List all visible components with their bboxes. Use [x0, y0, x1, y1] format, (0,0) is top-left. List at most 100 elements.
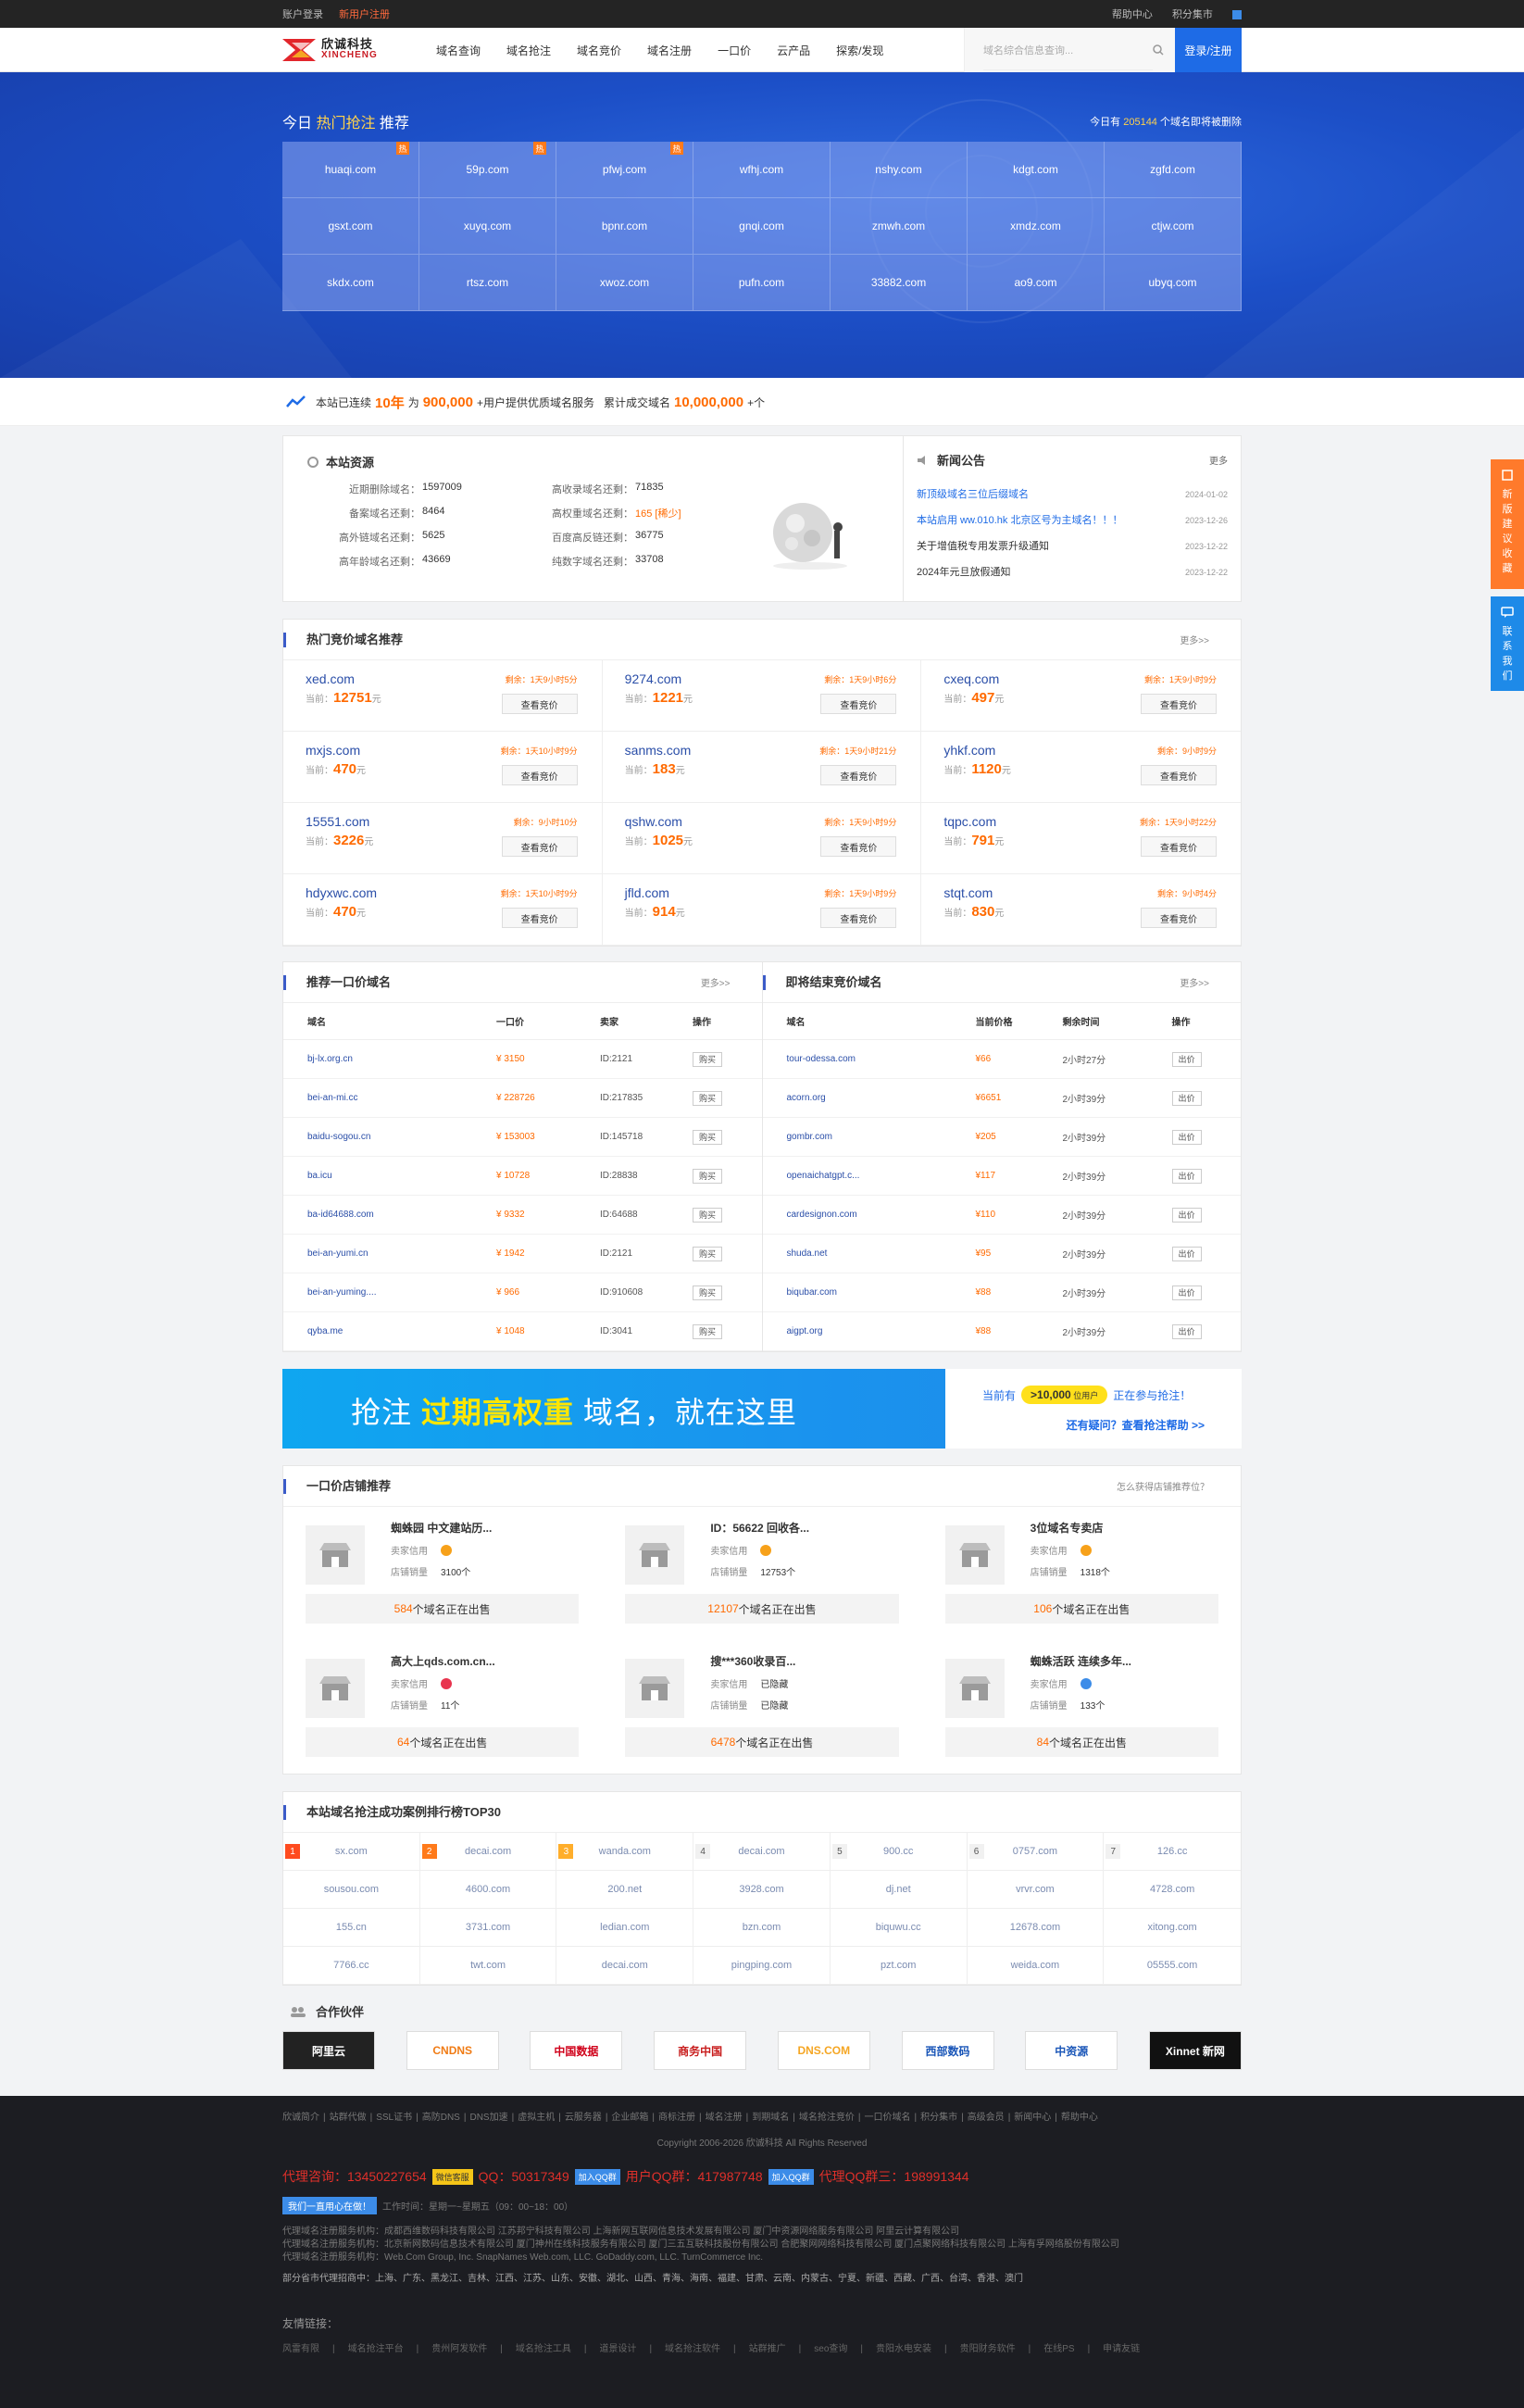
language-icon[interactable] — [1232, 10, 1242, 20]
shop-onsale-bar[interactable]: 6478 个域名正在出售 — [625, 1727, 899, 1757]
news-more-link[interactable]: 更多 — [1209, 453, 1228, 467]
domain-link[interactable]: openaichatgpt.c... — [787, 1171, 976, 1181]
domain-link[interactable]: bei-an-yuming.... — [307, 1287, 496, 1298]
nav-item[interactable]: 探索/发现 — [836, 43, 883, 58]
news-item[interactable]: 关于增值税专用发票升级通知 2023-12-22 — [917, 533, 1228, 559]
partner-logo[interactable]: 中资源 — [1025, 2031, 1118, 2070]
top30-cell[interactable]: 4 decai.com — [693, 1833, 831, 1871]
domain-link[interactable]: ba.icu — [307, 1171, 496, 1181]
snap-ad-banner[interactable]: 抢注 过期高权重 域名，就在这里 当前有 >10,000 位用户 正在参与抢注！ 还… — [282, 1369, 1242, 1449]
footer-link[interactable]: 高级会员 — [968, 2113, 1005, 2123]
hot-domain-cell[interactable]: 33882.com — [831, 255, 968, 311]
top30-cell[interactable]: sousou.com — [283, 1871, 420, 1909]
domain-link[interactable]: biqubar.com — [787, 1287, 976, 1298]
friend-link[interactable]: 贵州阿发软件 — [431, 2344, 487, 2354]
bid-button[interactable]: 出价 — [1171, 1052, 1202, 1067]
view-bid-button[interactable]: 查看竞价 — [820, 908, 897, 928]
help-link[interactable]: 帮助中心 — [1112, 9, 1153, 20]
hot-domain-cell[interactable]: xmdz.com — [968, 198, 1105, 255]
hot-domain-cell[interactable]: ao9.com — [968, 255, 1105, 311]
shop-onsale-bar[interactable]: 106 个域名正在出售 — [944, 1594, 1218, 1624]
bid-button[interactable]: 出价 — [1171, 1247, 1202, 1261]
footer-link[interactable]: 帮助中心 — [1061, 2113, 1098, 2123]
hot-domain-cell[interactable]: ubyq.com — [1105, 255, 1242, 311]
buy-button[interactable]: 购买 — [693, 1130, 723, 1145]
footer-link[interactable]: 一口价域名 — [864, 2113, 910, 2123]
domain-link[interactable]: tour-odessa.com — [787, 1054, 976, 1064]
domain-link[interactable]: baidu-sogou.cn — [307, 1132, 496, 1142]
shop-name[interactable]: 蜘蛛园 中文建站历... — [391, 1520, 579, 1536]
partner-logo[interactable]: 西部数码 — [901, 2031, 994, 2070]
top30-cell[interactable]: 2 decai.com — [419, 1833, 557, 1871]
top30-cell[interactable]: decai.com — [556, 1947, 694, 1985]
top30-cell[interactable]: pzt.com — [830, 1947, 968, 1985]
top30-cell[interactable]: 4728.com — [1104, 1871, 1241, 1909]
hot-domain-cell[interactable]: nshy.com — [831, 142, 968, 198]
wechat-button[interactable]: 微信客服 — [431, 2168, 473, 2185]
footer-link[interactable]: 欣诚简介 — [282, 2113, 319, 2123]
points-link[interactable]: 积分集市 — [1172, 9, 1213, 20]
view-bid-button[interactable]: 查看竞价 — [501, 694, 578, 714]
buy-button[interactable]: 购买 — [693, 1208, 723, 1223]
shop-onsale-bar[interactable]: 584 个域名正在出售 — [306, 1594, 580, 1624]
news-item[interactable]: 本站启用 ww.010.hk 北京区号为主域名！！！ 2023-12-26 — [917, 508, 1228, 533]
logo[interactable]: 欣诚科技 XINCHENG — [282, 38, 406, 61]
top30-cell[interactable]: 7766.cc — [283, 1947, 420, 1985]
bid-button[interactable]: 出价 — [1171, 1324, 1202, 1339]
footer-link[interactable]: 域名抢注竞价 — [799, 2113, 855, 2123]
friend-link[interactable]: 申请友链 — [1103, 2344, 1140, 2354]
view-bid-button[interactable]: 查看竞价 — [501, 908, 578, 928]
friend-link[interactable]: 道景设计 — [599, 2344, 636, 2354]
bid-button[interactable]: 出价 — [1171, 1208, 1202, 1223]
news-item[interactable]: 2024年元旦放假通知 2023-12-22 — [917, 559, 1228, 585]
partner-logo[interactable]: Xinnet 新网 — [1148, 2031, 1242, 2070]
top30-cell[interactable]: 05555.com — [1104, 1947, 1241, 1985]
shop-card[interactable]: 高大上qds.com.cn... 卖家信用 店铺销量 11个 64 个域名正在出售 — [306, 1640, 580, 1774]
footer-link[interactable]: 虚拟主机 — [518, 2113, 555, 2123]
friend-link[interactable]: 域名抢注平台 — [348, 2344, 404, 2354]
view-bid-button[interactable]: 查看竞价 — [501, 836, 578, 857]
hot-domain-cell[interactable]: gnqi.com — [693, 198, 831, 255]
hot-domain-cell[interactable]: skdx.com — [282, 255, 419, 311]
friend-link[interactable]: 在线PS — [1043, 2344, 1074, 2354]
footer-link[interactable]: 域名注册 — [706, 2113, 743, 2123]
hot-domain-cell[interactable]: pfwj.com 热 — [556, 142, 693, 198]
footer-link[interactable]: 新闻中心 — [1014, 2113, 1051, 2123]
top30-cell[interactable]: bzn.com — [693, 1909, 831, 1947]
top30-cell[interactable]: 12678.com — [967, 1909, 1105, 1947]
search-icon[interactable] — [1153, 44, 1164, 56]
shop-name[interactable]: 高大上qds.com.cn... — [391, 1653, 579, 1669]
hot-domain-cell[interactable]: rtsz.com — [419, 255, 556, 311]
partner-logo[interactable]: 中国数据 — [530, 2031, 623, 2070]
shop-onsale-bar[interactable]: 84 个域名正在出售 — [944, 1727, 1218, 1757]
nav-item[interactable]: 域名抢注 — [506, 43, 551, 58]
domain-link[interactable]: aigpt.org — [787, 1326, 976, 1336]
top30-cell[interactable]: vrvr.com — [967, 1871, 1105, 1909]
hot-domain-cell[interactable]: xwoz.com — [556, 255, 693, 311]
partner-logo[interactable]: DNS.COM — [777, 2031, 870, 2070]
fixed-more-link[interactable]: 更多>> — [701, 975, 731, 989]
shop-onsale-bar[interactable]: 64 个域名正在出售 — [306, 1727, 580, 1757]
top30-cell[interactable]: xitong.com — [1104, 1909, 1241, 1947]
hot-domain-cell[interactable]: zgfd.com — [1105, 142, 1242, 198]
shop-onsale-bar[interactable]: 12107 个域名正在出售 — [625, 1594, 899, 1624]
shop-card[interactable]: 蜘蛛园 中文建站历... 卖家信用 店铺销量 3100个 584 个域名正在出售 — [306, 1507, 580, 1640]
view-bid-button[interactable]: 查看竞价 — [1140, 765, 1217, 785]
shops-more-link[interactable]: 怎么获得店铺推荐位？ — [1117, 1479, 1209, 1493]
shop-name[interactable]: 蜘蛛活跃 连续多年... — [1031, 1653, 1218, 1669]
top30-cell[interactable]: dj.net — [830, 1871, 968, 1909]
shop-name[interactable]: ID：56622 回收各... — [710, 1520, 898, 1536]
login-link[interactable]: 账户登录 — [282, 9, 323, 20]
domain-link[interactable]: shuda.net — [787, 1248, 976, 1259]
view-bid-button[interactable]: 查看竞价 — [1140, 836, 1217, 857]
auction-more-link[interactable]: 更多>> — [1180, 633, 1209, 646]
footer-link[interactable]: 积分集市 — [920, 2113, 957, 2123]
bid-button[interactable]: 出价 — [1171, 1091, 1202, 1106]
nav-item[interactable]: 一口价 — [718, 43, 751, 58]
hot-domain-cell[interactable]: kdgt.com — [968, 142, 1105, 198]
view-bid-button[interactable]: 查看竞价 — [820, 765, 897, 785]
nav-item[interactable]: 域名注册 — [647, 43, 692, 58]
hot-domain-cell[interactable]: pufn.com — [693, 255, 831, 311]
domain-link[interactable]: bei-an-mi.cc — [307, 1093, 496, 1103]
search-input[interactable]: 域名综合信息查询... — [964, 28, 1175, 72]
